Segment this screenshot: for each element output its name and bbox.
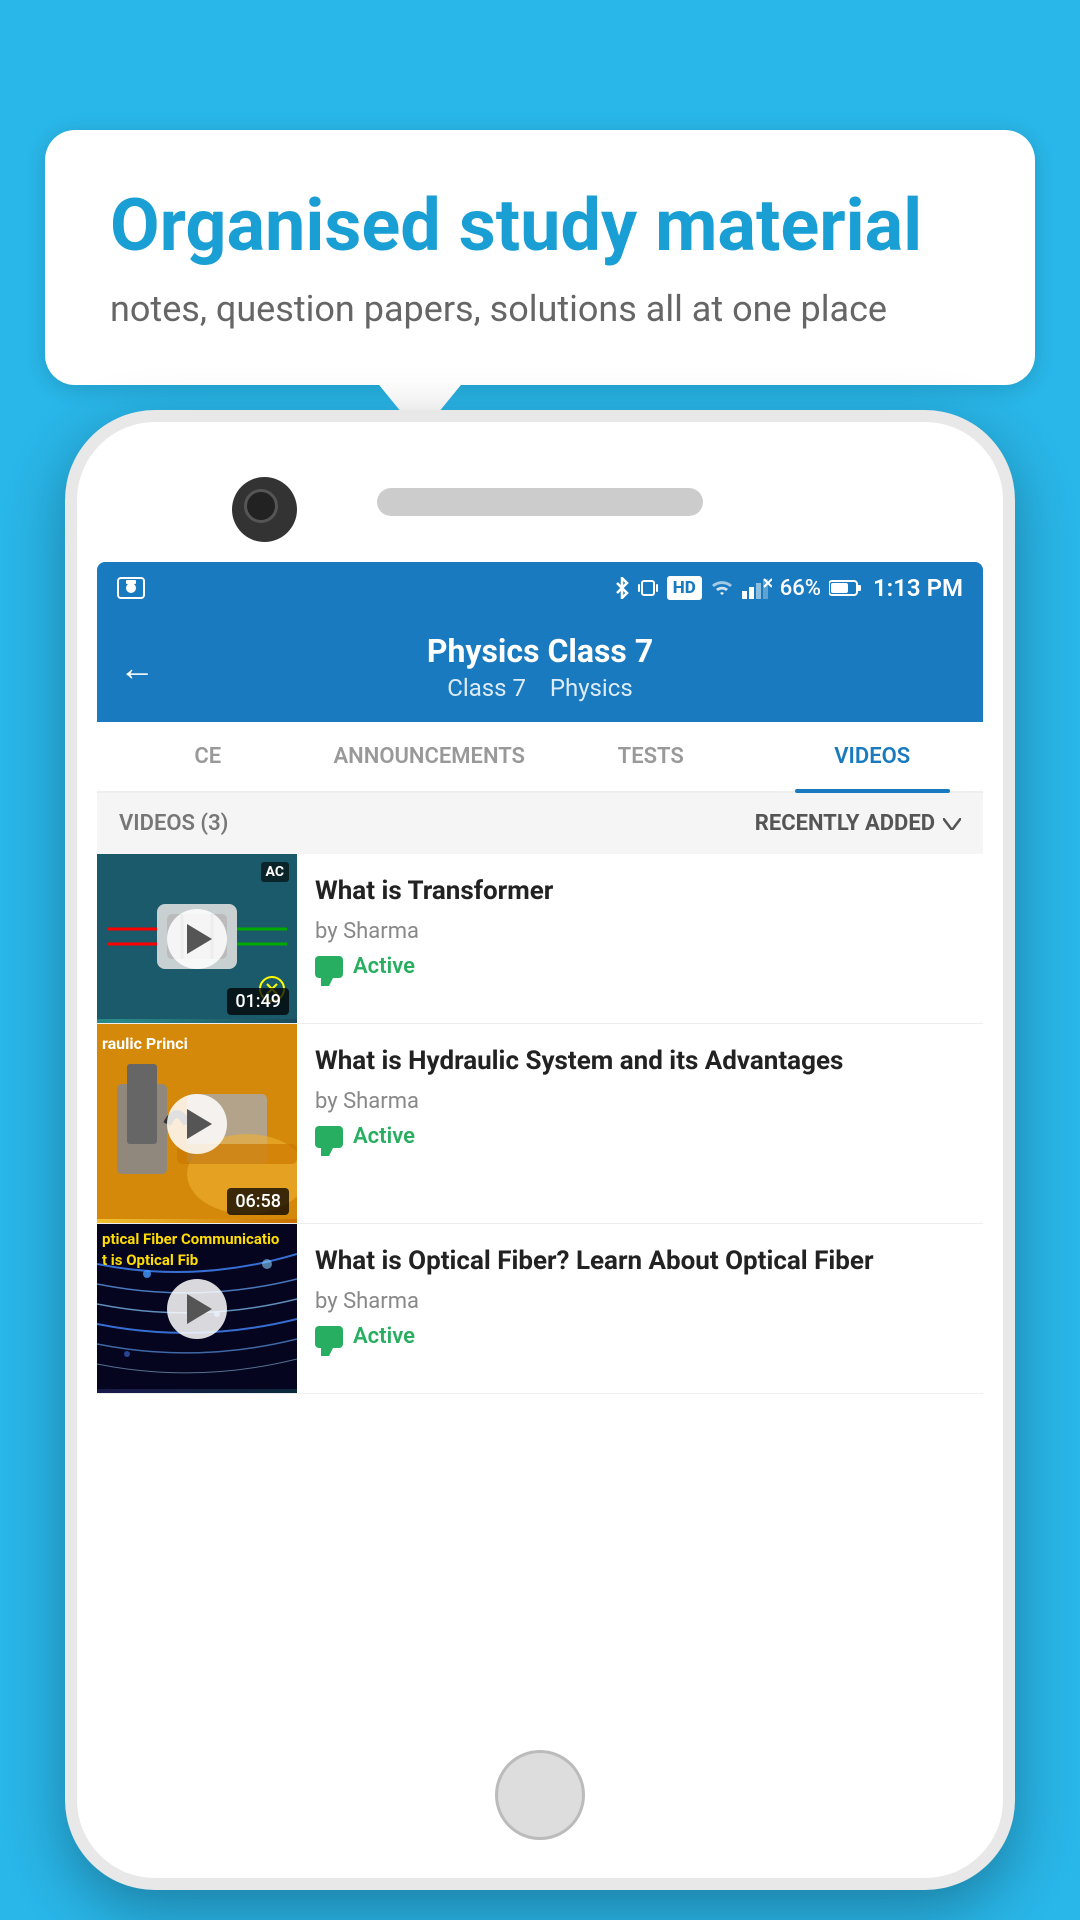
video-title-3: What is Optical Fiber? Learn About Optic… [315, 1244, 965, 1279]
video-title-1: What is Transformer [315, 874, 965, 909]
app-title: Physics Class 7 [97, 632, 983, 670]
battery-icon [829, 579, 861, 597]
video-item-2[interactable]: raulic Princi 06:58 What is Hydraulic Sy… [97, 1024, 983, 1224]
chat-icon-1 [315, 956, 343, 978]
app-header: ← Physics Class 7 Class 7 Physics [97, 614, 983, 722]
tab-announcements[interactable]: ANNOUNCEMENTS [319, 722, 541, 791]
app-subtitle: Class 7 Physics [97, 674, 983, 702]
bluetooth-icon [615, 577, 629, 599]
hydraulic-thumbnail-text: raulic Princi [102, 1034, 188, 1055]
video-author-1: by Sharma [315, 919, 965, 944]
video-item-1[interactable]: AC 01:49 What is Transformer by Sharma A… [97, 854, 983, 1024]
speech-bubble: Organised study material notes, question… [45, 130, 1035, 385]
video-info-3: What is Optical Fiber? Learn About Optic… [297, 1224, 983, 1393]
speech-bubble-title: Organised study material [110, 185, 970, 268]
video-thumbnail-2: raulic Princi 06:58 [97, 1024, 297, 1223]
video-info-1: What is Transformer by Sharma Active [297, 854, 983, 1023]
subtitle-subject: Physics [550, 674, 633, 702]
speech-bubble-subtitle: notes, question papers, solutions all at… [110, 288, 970, 330]
video-duration-1: 01:49 [227, 988, 289, 1015]
vibrate-icon [637, 577, 659, 599]
ac-badge: AC [261, 862, 289, 882]
video-author-3: by Sharma [315, 1289, 965, 1314]
video-thumbnail-1: AC 01:49 [97, 854, 297, 1023]
video-item-3[interactable]: ptical Fiber Communicatiot is Optical Fi… [97, 1224, 983, 1394]
video-status-1: Active [315, 954, 965, 979]
videos-sort[interactable]: RECENTLY ADDED [755, 811, 961, 836]
video-thumbnail-3: ptical Fiber Communicatiot is Optical Fi… [97, 1224, 297, 1393]
video-duration-2: 06:58 [227, 1188, 289, 1215]
play-triangle-3 [187, 1294, 212, 1324]
subtitle-class: Class 7 [447, 674, 526, 702]
signal-icon [742, 577, 772, 599]
wifi-icon [710, 577, 734, 599]
video-status-3: Active [315, 1324, 965, 1349]
status-bar: HD [97, 562, 983, 614]
hd-badge: HD [667, 576, 702, 600]
photo-icon [117, 577, 145, 599]
status-time: 1:13 PM [873, 574, 963, 602]
phone-camera [232, 477, 297, 542]
video-info-2: What is Hydraulic System and its Advanta… [297, 1024, 983, 1223]
tab-tests[interactable]: TESTS [540, 722, 762, 791]
videos-count: VIDEOS (3) [119, 811, 228, 836]
phone-frame: HD [65, 410, 1015, 1890]
phone-inner: HD [77, 422, 1003, 1878]
chat-icon-2 [315, 1126, 343, 1148]
play-triangle-1 [187, 924, 212, 954]
video-status-2: Active [315, 1124, 965, 1149]
optical-thumbnail-text: ptical Fiber Communicatiot is Optical Fi… [102, 1229, 279, 1271]
play-button-1[interactable] [167, 909, 227, 969]
video-author-2: by Sharma [315, 1089, 965, 1114]
play-triangle-2 [187, 1109, 212, 1139]
videos-header: VIDEOS (3) RECENTLY ADDED [97, 793, 983, 854]
tabs-bar: CE ANNOUNCEMENTS TESTS VIDEOS [97, 722, 983, 793]
play-button-2[interactable] [167, 1094, 227, 1154]
tab-ce[interactable]: CE [97, 722, 319, 791]
status-bar-right: HD [615, 574, 963, 602]
home-button[interactable] [495, 1750, 585, 1840]
tab-videos[interactable]: VIDEOS [762, 722, 984, 791]
play-button-3[interactable] [167, 1279, 227, 1339]
chevron-down-icon [943, 818, 961, 830]
video-title-2: What is Hydraulic System and its Advanta… [315, 1044, 965, 1079]
back-button[interactable]: ← [119, 647, 155, 689]
status-bar-left [117, 577, 145, 599]
chat-icon-3 [315, 1326, 343, 1348]
battery-percent: 66% [780, 576, 821, 601]
phone-screen: HD [97, 562, 983, 1738]
phone-speaker [377, 488, 703, 516]
